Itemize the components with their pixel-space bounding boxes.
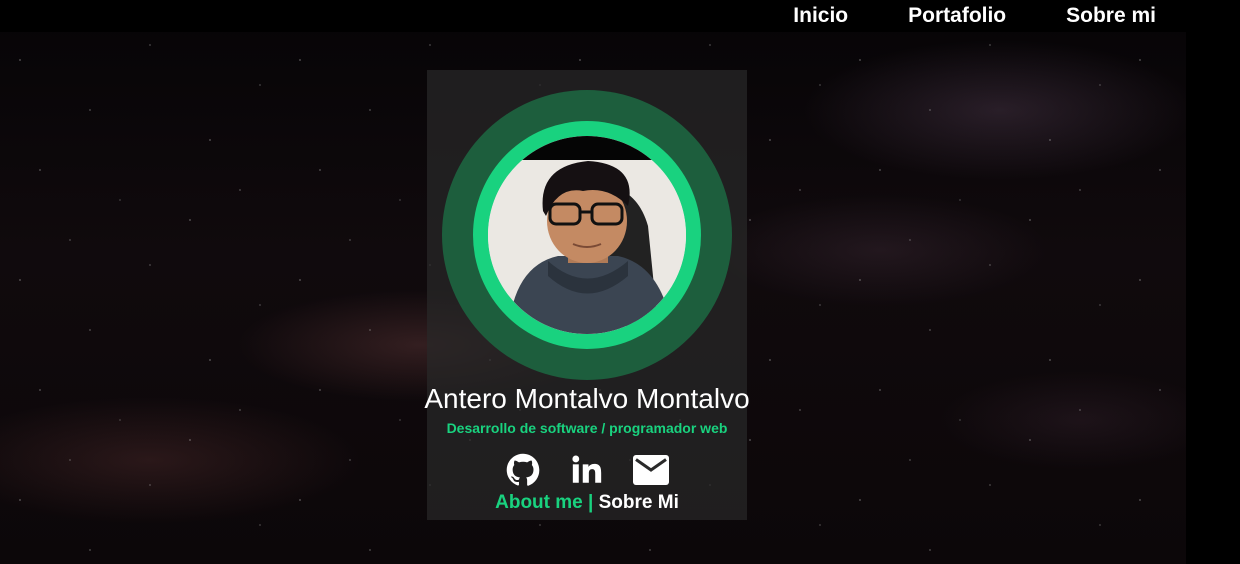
profile-name: Antero Montalvo Montalvo (424, 383, 750, 414)
main-nav: Inicio Portafolio Sobre mi (793, 0, 1156, 32)
right-edge-band (1186, 30, 1240, 564)
avatar-photo (488, 136, 686, 334)
about-links: About me | Sobre Mi (427, 490, 747, 516)
links-separator: | (588, 492, 594, 513)
linkedin-icon[interactable] (569, 452, 605, 488)
social-links (427, 450, 747, 490)
top-navbar: Inicio Portafolio Sobre mi (0, 0, 1240, 32)
mail-icon[interactable] (633, 452, 669, 488)
profile-subtitle: Desarrollo de software / programador web (446, 420, 728, 436)
nav-link-portafolio[interactable]: Portafolio (908, 4, 1006, 28)
about-me-link[interactable]: About me (495, 492, 583, 513)
nav-link-inicio[interactable]: Inicio (793, 4, 848, 28)
sobre-mi-link[interactable]: Sobre Mi (599, 492, 679, 513)
avatar (488, 136, 686, 334)
github-icon[interactable] (505, 452, 541, 488)
page: Inicio Portafolio Sobre mi Antero Montal… (0, 0, 1240, 564)
nav-link-sobre-mi[interactable]: Sobre mi (1066, 4, 1156, 28)
